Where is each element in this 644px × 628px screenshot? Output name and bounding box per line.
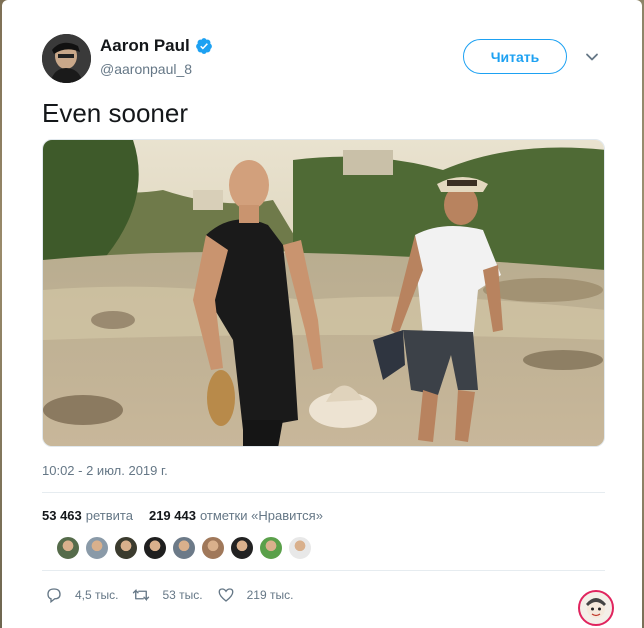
avatar-photo-icon [42, 34, 91, 83]
author-display-name[interactable]: Aaron Paul [100, 36, 190, 56]
retweet-action[interactable]: 53 тыс. [132, 586, 203, 604]
liker-avatar[interactable] [259, 536, 283, 560]
liker-avatar[interactable] [56, 536, 80, 560]
tweet-text: Even sooner [42, 98, 188, 128]
liker-avatar[interactable] [143, 536, 167, 560]
likes-count[interactable]: 219 443 [149, 508, 196, 523]
tweet-card: Aaron Paul @aaronpaul_8 Читать Even soon… [2, 0, 642, 628]
liker-avatars [56, 536, 317, 560]
like-count: 219 тыс. [246, 588, 294, 602]
chevron-down-icon[interactable] [585, 50, 599, 64]
tweet-timestamp[interactable]: 10:02 - 2 июл. 2019 г. [42, 463, 168, 478]
liker-avatar[interactable] [230, 536, 254, 560]
liker-avatar[interactable] [201, 536, 225, 560]
follow-button[interactable]: Читать [463, 39, 567, 74]
tweet-photo[interactable] [42, 139, 605, 447]
divider [42, 492, 605, 493]
liker-avatar[interactable] [172, 536, 196, 560]
corner-sticker-avatar[interactable] [578, 590, 614, 626]
author-avatar[interactable] [42, 34, 91, 83]
likes-label[interactable]: отметки «Нравится» [200, 508, 323, 523]
tweet-actions: 4,5 тыс. 53 тыс. 219 тыс. [45, 586, 307, 604]
liker-avatar[interactable] [85, 536, 109, 560]
reply-action[interactable]: 4,5 тыс. [45, 586, 118, 604]
tweet-stats: 53 463 ретвита 219 443 отметки «Нравится… [42, 508, 323, 523]
author-name-row: Aaron Paul [100, 36, 213, 56]
reply-count: 4,5 тыс. [75, 588, 119, 602]
liker-avatar[interactable] [114, 536, 138, 560]
reply-icon [47, 588, 61, 604]
photo-two-men-walking-in-river-icon [43, 140, 604, 446]
divider [42, 570, 605, 571]
heart-icon [218, 588, 234, 602]
retweet-icon [133, 588, 150, 602]
retweets-count[interactable]: 53 463 [42, 508, 82, 523]
verified-badge-icon [195, 38, 212, 54]
author-handle[interactable]: @aaronpaul_8 [100, 61, 192, 77]
retweet-count: 53 тыс. [162, 588, 203, 602]
liker-avatar[interactable] [288, 536, 312, 560]
sticker-face-icon [586, 598, 606, 618]
retweets-label[interactable]: ретвита [86, 508, 133, 523]
like-action[interactable]: 219 тыс. [217, 586, 294, 604]
